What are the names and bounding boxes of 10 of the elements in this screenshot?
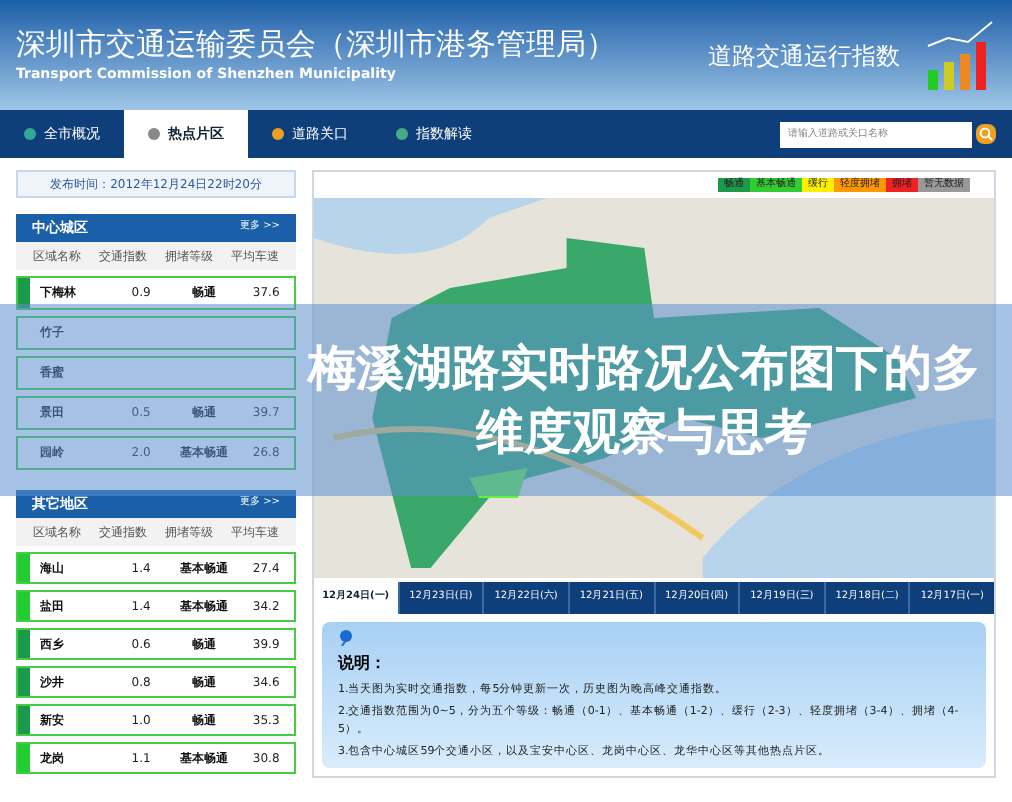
section-title: 道路交通运行指数 (708, 39, 900, 73)
tab-icon (396, 128, 408, 140)
tab-icon (272, 128, 284, 140)
search-icon[interactable] (976, 124, 996, 144)
tab-icon (24, 128, 36, 140)
tab-icon (148, 128, 160, 140)
notes-title: 说明： (338, 652, 388, 676)
bar-chart-icon (924, 17, 996, 93)
pin-icon (338, 630, 354, 646)
site-title: 深圳市交通运输委员会（深圳市港务管理局） (16, 25, 616, 64)
